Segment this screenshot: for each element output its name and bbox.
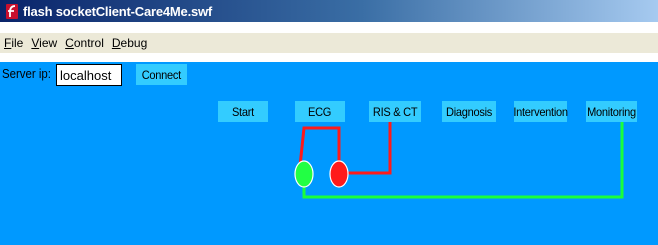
titlebar-gap bbox=[0, 22, 658, 33]
menu-debug[interactable]: Debug bbox=[108, 36, 151, 50]
window-title: flash socketClient-Care4Me.swf bbox=[23, 3, 213, 19]
flash-player-icon bbox=[5, 3, 19, 19]
red-node bbox=[329, 160, 349, 188]
green-wire-monitoring bbox=[302, 122, 624, 199]
window-titlebar[interactable]: flash socketClient-Care4Me.swf bbox=[0, 0, 658, 22]
menu-control[interactable]: Control bbox=[61, 36, 108, 50]
menu-bar: File View Control Debug bbox=[0, 33, 658, 53]
green-node bbox=[294, 160, 314, 188]
red-wire-ecg bbox=[298, 126, 341, 167]
flash-stage: Server ip: Connect Start ECG RIS & CT Di… bbox=[0, 62, 658, 245]
menu-file[interactable]: File bbox=[0, 36, 27, 50]
red-wire-ris bbox=[346, 122, 392, 175]
menu-view[interactable]: View bbox=[27, 36, 61, 50]
connection-wires bbox=[294, 122, 624, 199]
